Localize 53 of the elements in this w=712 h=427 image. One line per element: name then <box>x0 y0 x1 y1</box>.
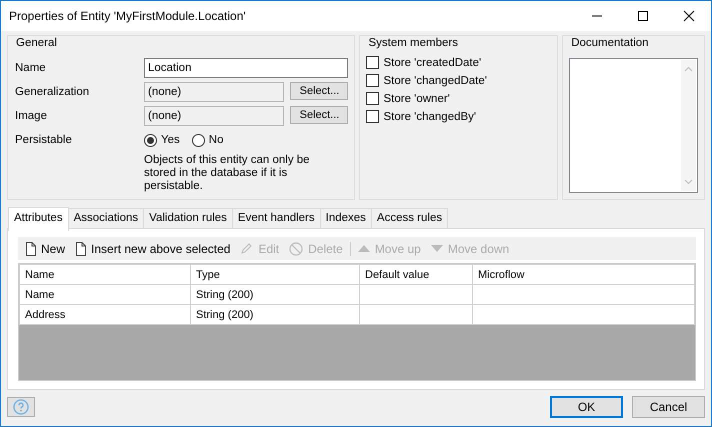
help-icon <box>13 399 29 415</box>
window-title: Properties of Entity 'MyFirstModule.Location' <box>9 9 246 23</box>
column-header[interactable]: Name <box>20 264 190 284</box>
readonly-field[interactable]: (none) <box>144 106 284 126</box>
field-label: Generalization <box>14 86 90 98</box>
checkbox-option[interactable]: Store 'changedDate' <box>366 74 552 87</box>
close-icon <box>683 10 695 22</box>
group-title: Documentation <box>570 37 650 49</box>
checkbox[interactable] <box>366 92 380 105</box>
radio-option[interactable]: No <box>192 134 224 146</box>
group-title: General <box>15 37 58 49</box>
readonly-field[interactable]: (none) <box>144 82 284 102</box>
column-header[interactable]: Default value <box>360 264 472 284</box>
radio-button[interactable] <box>144 134 157 146</box>
checkbox[interactable] <box>366 56 380 69</box>
checkbox[interactable] <box>366 110 380 123</box>
field-label: Persistable <box>14 134 73 146</box>
table-cell: String (200) <box>190 304 360 324</box>
checkbox-option[interactable]: Store 'changedBy' <box>366 110 552 123</box>
field-label: Image <box>14 110 48 122</box>
checkbox-option[interactable]: Store 'owner' <box>366 92 552 105</box>
document-icon <box>75 242 86 256</box>
radio-option[interactable]: Yes <box>144 134 180 146</box>
name-field[interactable]: Location <box>144 58 348 78</box>
triangle-up-icon <box>358 244 370 253</box>
column-header[interactable]: Microflow <box>472 264 694 284</box>
help-text: Objects of this entity can only be stored in the database if it is persistable. <box>144 154 311 193</box>
dialog-button[interactable]: Cancel <box>632 396 705 418</box>
prohibited-icon <box>289 242 304 256</box>
dialog-button[interactable]: OK <box>550 396 623 418</box>
table-cell: Address <box>20 304 190 324</box>
toolbar-button[interactable]: New <box>22 242 68 256</box>
pencil-icon <box>240 242 254 255</box>
table-cell: Name <box>20 284 190 304</box>
document-icon <box>25 242 36 256</box>
select-button[interactable]: Select... <box>290 82 348 100</box>
triangle-down-icon <box>430 244 443 253</box>
checkbox[interactable] <box>366 74 380 87</box>
group-title: System members <box>367 37 459 49</box>
tab[interactable]: Attributes <box>8 207 69 231</box>
select-button[interactable]: Select... <box>290 106 348 124</box>
scrollbar[interactable] <box>681 60 696 191</box>
field-label: Name <box>14 62 47 74</box>
radio-button[interactable] <box>192 134 205 146</box>
maximize-icon <box>637 10 649 22</box>
scroll-down-icon <box>684 179 693 185</box>
column-header[interactable]: Type <box>190 264 360 284</box>
checkbox-option[interactable]: Store 'createdDate' <box>366 56 552 69</box>
scroll-up-icon <box>684 66 693 72</box>
table-cell: String (200) <box>190 284 360 304</box>
documentation-field[interactable] <box>569 58 698 193</box>
tab[interactable]: Access rules <box>370 208 448 228</box>
toolbar-button[interactable]: Insert new above selected <box>72 242 234 256</box>
